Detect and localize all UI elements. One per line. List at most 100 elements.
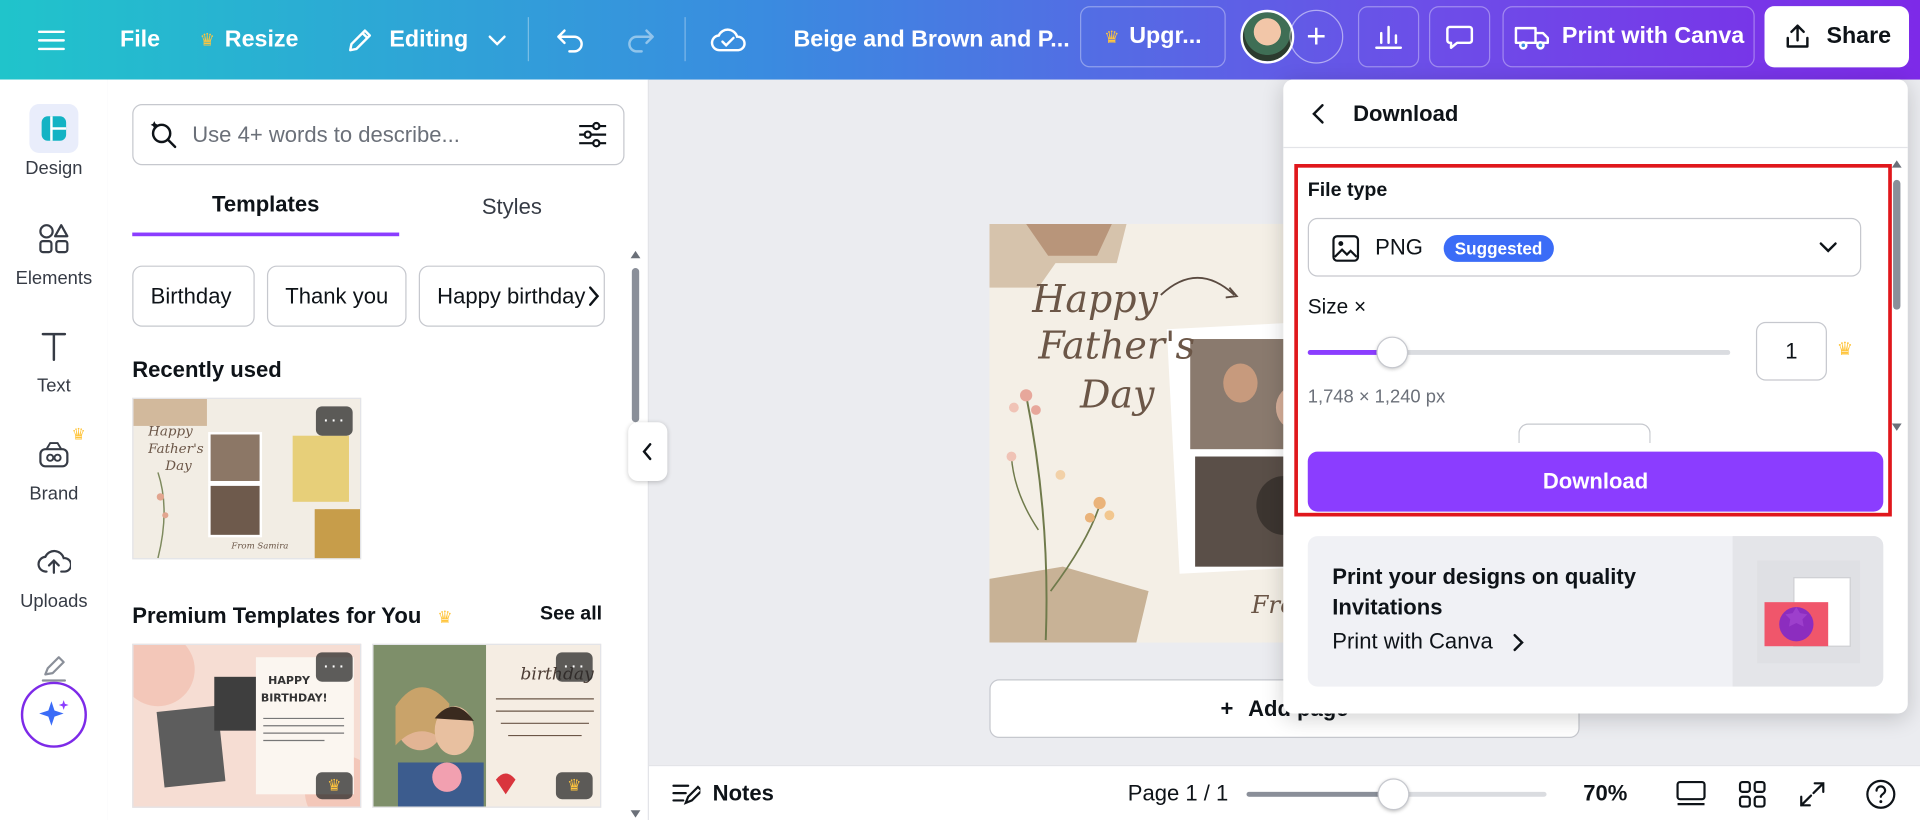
design-icon — [29, 104, 79, 153]
zoom-slider[interactable] — [1246, 766, 1547, 820]
chip-birthday[interactable]: Birthday — [132, 265, 255, 327]
svg-text:Father's: Father's — [147, 442, 204, 457]
menu-icon[interactable] — [37, 0, 66, 80]
size-input[interactable]: 1 — [1755, 321, 1827, 381]
resize-label: Resize — [224, 26, 299, 53]
chevron-down-icon — [1819, 242, 1837, 253]
rail-item-uploads[interactable]: Uploads — [0, 537, 108, 612]
editing-label: Editing — [389, 26, 469, 53]
top-bar: File ♛ Resize Editing Beige and Brown an… — [0, 0, 1920, 80]
redo-icon[interactable] — [624, 0, 656, 80]
dimensions-text: 1,748 × 1,240 px — [1307, 386, 1446, 408]
zoom-percentage[interactable]: 70% — [1583, 766, 1627, 820]
image-icon — [1332, 235, 1360, 262]
help-icon[interactable] — [1865, 766, 1897, 820]
premium-crown-icon: ♛ — [315, 772, 353, 800]
more-options-icon[interactable]: ··· — [315, 652, 353, 682]
fullscreen-icon[interactable] — [1798, 766, 1827, 820]
rail-label-design: Design — [25, 157, 83, 179]
rail-item-text[interactable]: Text — [0, 322, 108, 397]
cloud-upload-icon — [29, 537, 78, 586]
download-title: Download — [1353, 101, 1459, 127]
size-slider-thumb[interactable] — [1376, 336, 1409, 369]
undo-icon[interactable] — [555, 0, 587, 80]
filter-sliders-icon[interactable] — [577, 120, 609, 149]
design-title-line2: Father's — [1037, 324, 1195, 368]
suggested-badge: Suggested — [1443, 234, 1554, 262]
resize-button[interactable]: ♛ Resize — [200, 0, 299, 80]
document-title[interactable]: Beige and Brown and P... — [793, 0, 1069, 80]
shapes-icon — [29, 214, 78, 263]
insights-button[interactable] — [1357, 6, 1420, 68]
rail-item-elements[interactable]: Elements — [0, 214, 108, 289]
rail-label-elements: Elements — [15, 268, 93, 289]
quality-field-peek — [1518, 423, 1651, 444]
print-with-canva-link[interactable]: Print with Canva — [1332, 629, 1524, 655]
toolbar-divider — [684, 17, 686, 62]
crown-icon: ♛ — [1836, 339, 1854, 360]
svg-text:Happy: Happy — [147, 425, 193, 440]
tab-styles[interactable]: Styles — [399, 177, 624, 236]
collapse-panel-button[interactable] — [628, 422, 668, 481]
see-all-link[interactable]: See all — [540, 603, 602, 625]
recently-used-heading: Recently used — [132, 357, 282, 382]
grid-view-icon[interactable] — [1738, 766, 1767, 820]
comments-button[interactable] — [1428, 6, 1491, 68]
premium-crown-icon: ♛ — [555, 772, 593, 800]
truck-icon — [1514, 26, 1549, 50]
promo-title: Print your designs on quality Invitation… — [1332, 564, 1636, 620]
share-button[interactable]: Share — [1764, 6, 1909, 68]
plus-icon: + — [1220, 695, 1234, 721]
magic-assistant-button[interactable] — [20, 681, 87, 748]
panel-tabs: Templates Styles — [132, 177, 624, 237]
more-options-icon[interactable]: ··· — [315, 406, 353, 436]
crown-icon: ♛ — [437, 607, 453, 627]
design-title-line1: Happy — [1031, 277, 1158, 321]
zoom-slider-track — [1246, 777, 1547, 810]
chevron-left-icon — [642, 443, 652, 461]
chevron-right-icon — [1513, 633, 1524, 651]
add-collaborator-button[interactable]: + — [1289, 9, 1344, 64]
zoom-slider-thumb[interactable] — [1377, 777, 1410, 810]
recent-template-thumbnail[interactable]: Happy Father's Day From Samira ··· — [132, 397, 362, 560]
share-upload-icon — [1786, 24, 1809, 48]
file-menu-button[interactable]: File — [120, 0, 160, 80]
print-with-canva-button[interactable]: Print with Canva — [1502, 6, 1755, 68]
crown-icon: ♛ — [71, 424, 86, 444]
page-indicator[interactable]: Page 1 / 1 — [1128, 766, 1229, 820]
avatar[interactable] — [1240, 9, 1295, 64]
bar-chart-icon — [1375, 25, 1403, 49]
upgrade-button[interactable]: ♛ Upgr... — [1080, 6, 1226, 68]
premium-template-birthday-card[interactable]: HAPPY BIRTHDAY! ··· ♛ — [132, 643, 362, 808]
size-slider[interactable] — [1307, 336, 1731, 369]
rail-item-brand[interactable]: ♛ Brand — [0, 425, 108, 505]
premium-template-birthday-photo[interactable]: birthday ··· ♛ — [372, 643, 602, 808]
file-type-select[interactable]: PNG Suggested — [1307, 217, 1862, 277]
rail-label-text: Text — [37, 375, 71, 397]
template-search-input[interactable]: Use 4+ words to describe... — [132, 104, 625, 166]
back-arrow-icon[interactable] — [1310, 102, 1327, 126]
svg-text:BIRTHDAY!: BIRTHDAY! — [261, 691, 328, 704]
editing-mode-button[interactable]: Editing — [345, 0, 507, 80]
download-button[interactable]: Download — [1307, 451, 1884, 512]
dialog-scrollbar[interactable] — [1891, 158, 1903, 433]
promo-link-label: Print with Canva — [1332, 629, 1493, 654]
chevron-right-icon[interactable] — [585, 285, 602, 307]
print-with-canva-label: Print with Canva — [1561, 23, 1745, 49]
more-options-icon[interactable]: ··· — [555, 652, 593, 682]
chip-thank-you[interactable]: Thank you — [266, 265, 407, 327]
cloud-saved-icon[interactable] — [710, 0, 747, 80]
size-label: Size × — [1307, 294, 1367, 319]
left-rail: Design Elements Text ♛ Brand Uploads — [0, 79, 108, 820]
panel-scrollbar[interactable] — [629, 248, 641, 820]
notes-button[interactable]: Notes — [671, 766, 774, 820]
svg-text:From Samira: From Samira — [230, 541, 288, 551]
tab-templates[interactable]: Templates — [132, 177, 400, 237]
print-promo-card[interactable]: Print your designs on quality Invitation… — [1307, 536, 1884, 687]
sparkle-icon — [39, 700, 69, 726]
download-dialog: Download File type PNG Suggested Size × … — [1283, 79, 1908, 714]
file-type-label: File type — [1307, 179, 1388, 201]
rail-item-design[interactable]: Design — [0, 104, 108, 179]
chip-happy-birthday[interactable]: Happy birthday — [418, 265, 605, 327]
page-view-icon[interactable] — [1675, 766, 1707, 820]
